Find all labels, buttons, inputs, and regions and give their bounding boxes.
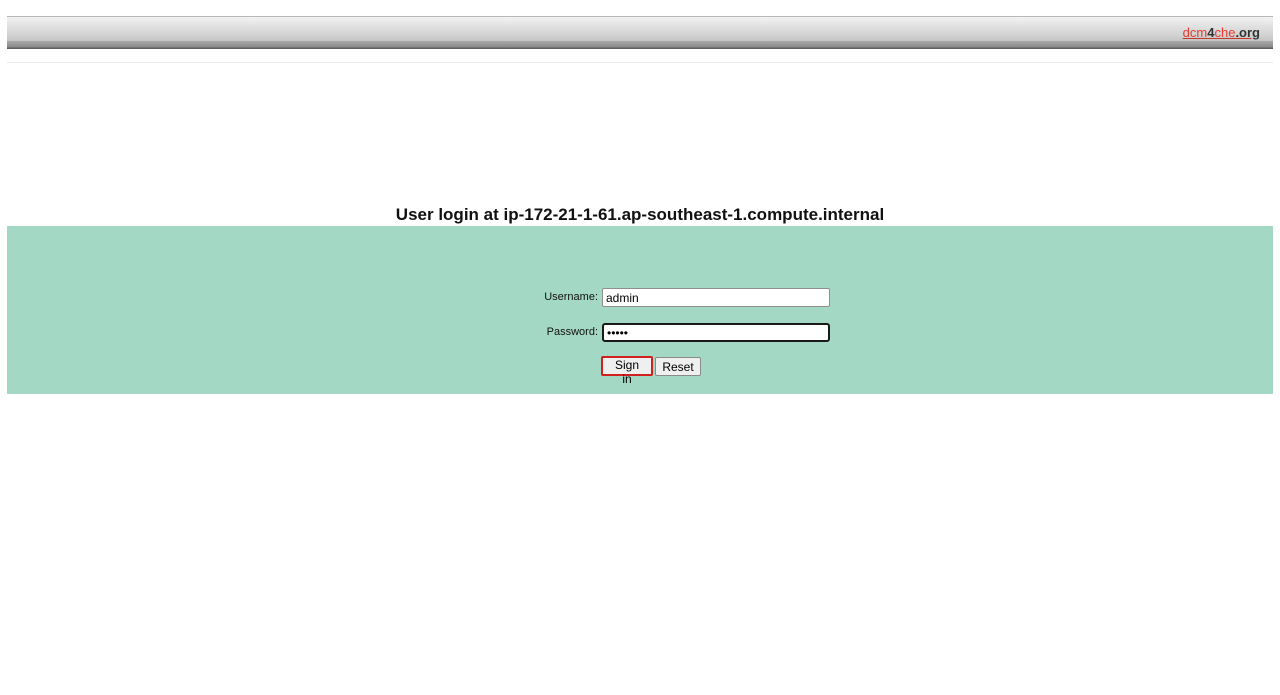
brand-part-org: .org bbox=[1235, 25, 1260, 40]
dcm4che-logo-link[interactable]: dcm4che.org bbox=[1183, 25, 1260, 40]
username-field[interactable] bbox=[602, 288, 830, 307]
sign-in-button[interactable]: Sign in bbox=[601, 356, 653, 386]
username-label: Username: bbox=[544, 291, 598, 303]
password-field[interactable] bbox=[602, 323, 830, 342]
password-label: Password: bbox=[546, 326, 598, 338]
reset-button[interactable]: Reset bbox=[655, 357, 701, 376]
page-title: User login at ip-172-21-1-61.ap-southeas… bbox=[395, 205, 885, 224]
header-bar: dcm4che.org bbox=[7, 16, 1273, 49]
login-form: Username: Password: Sign in Reset bbox=[7, 226, 1273, 394]
brand-part-dcm: dcm bbox=[1182, 25, 1208, 40]
header-divider bbox=[7, 62, 1273, 63]
brand-part-che: che bbox=[1214, 25, 1236, 40]
